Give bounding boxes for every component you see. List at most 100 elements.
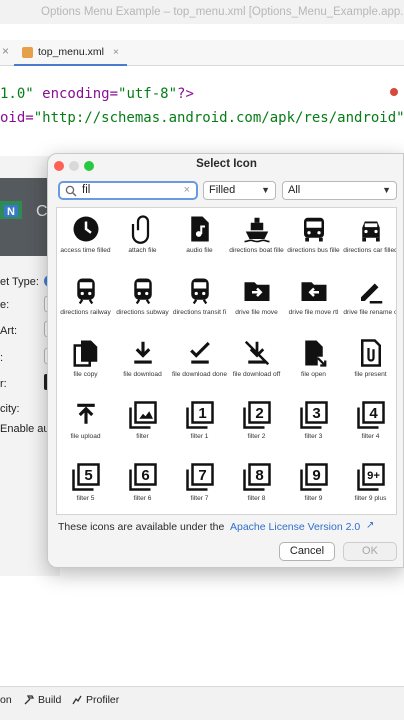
filter-4-icon: 4 [357,401,385,429]
tab-close-icon[interactable]: × [113,47,119,58]
icon-tile-directions-boat-filled[interactable]: directions boat fille [228,208,285,270]
license-text: These icons are available under the [58,521,225,533]
access-time-filled-icon [73,216,99,242]
filter-2-icon: 2 [243,401,271,429]
icon-tile-file-present[interactable]: file present [342,332,396,394]
icon-label: file download [123,371,162,378]
enable-auto-mirror-label: Enable aut [0,423,53,435]
icon-tile-filter-3[interactable]: 3 filter 3 [285,394,342,456]
icon-label: file download done [172,371,227,378]
svg-text:3: 3 [312,405,320,422]
profiler-tool-button[interactable]: Profiler [72,694,119,706]
directions-railway-icon [77,278,95,305]
icon-tile-file-download-done[interactable]: file download done [171,332,228,394]
icon-label: filter 9 [304,495,323,502]
icon-tile-file-download-off[interactable]: file download off [228,332,285,394]
audio-file-icon [191,216,209,242]
svg-text:8: 8 [255,467,263,484]
code-editor[interactable]: 1.0" encoding="utf-8"?> oid="http://sche… [0,66,404,156]
code-line-1: 1.0" encoding="utf-8"?> [0,86,194,102]
build-tool-button[interactable]: Build [24,694,61,706]
icon-tile-directions-transit-filled[interactable]: directions transit fi [171,270,228,332]
icon-label: directions railway [60,309,111,316]
icon-tile-filter-6[interactable]: 6 filter 6 [114,456,171,514]
icon-tile-filter-4[interactable]: 4 filter 4 [342,394,396,456]
category-select[interactable]: All ▼ [282,181,397,200]
file-open-icon [305,340,327,367]
code-token: ?> [177,86,194,102]
svg-text:2: 2 [255,405,263,422]
drive-file-move-rtl-icon [301,282,327,301]
icon-label: file upload [70,433,101,440]
attach-file-icon [131,215,150,244]
ok-button[interactable]: OK [343,542,397,561]
filter-5-icon: 5 [72,463,100,491]
icon-tile-drive-file-move[interactable]: drive file move [228,270,285,332]
icon-tile-attach-file[interactable]: attach file [114,208,171,270]
style-select-value: Filled [209,184,236,196]
category-select-value: All [288,184,301,196]
hammer-icon [24,695,34,705]
icon-tile-filter-5[interactable]: 5 filter 5 [57,456,114,514]
style-select[interactable]: Filled ▼ [203,181,276,200]
icon-tile-drive-file-rename[interactable]: drive file rename o [342,270,397,332]
icon-tile-filter-9[interactable]: 9 filter 9 [285,456,342,514]
search-icon [65,185,77,197]
filter-3-icon: 3 [300,401,328,429]
icon-label: drive file rename o [343,309,397,316]
icon-tile-drive-file-move-rtl[interactable]: drive file move rtl [285,270,342,332]
icon-tile-directions-subway[interactable]: directions subway [114,270,171,332]
icon-tile-file-upload[interactable]: file upload [57,394,114,456]
icon-label: attach file [128,247,157,254]
svg-text:N: N [7,206,15,218]
apache-license-link[interactable]: Apache License Version 2.0 [230,521,360,533]
bottom-tool-left[interactable]: on [0,694,12,706]
icon-search-input[interactable]: fil × [58,181,198,200]
cancel-button[interactable]: Cancel [279,542,335,561]
icon-tile-directions-car-filled[interactable]: directions car filled [342,208,396,270]
icon-tile-audio-file[interactable]: audio file [171,208,228,270]
icon-label: filter 5 [76,495,95,502]
icon-tile-filter-8[interactable]: 8 filter 8 [228,456,285,514]
icon-tile-filter-2[interactable]: 2 filter 2 [228,394,285,456]
icon-tile-filter[interactable]: filter [114,394,171,456]
icon-tile-file-open[interactable]: file open [285,332,342,394]
code-token: oid= [0,110,34,126]
icon-tile-file-download[interactable]: file download [114,332,171,394]
code-token: "http://schemas.android.com/apk/res/andr… [33,110,404,126]
icon-label: directions boat fille [229,247,284,254]
icon-tile-filter-9-plus[interactable]: 9+ filter 9 plus [342,456,396,514]
icon-label: filter 1 [190,433,209,440]
file-download-off-icon [244,340,270,366]
icon-label: file open [301,371,326,378]
icon-label: filter 4 [361,433,380,440]
code-line-2: oid="http://schemas.android.com/apk/res/… [0,110,404,126]
svg-text:6: 6 [141,467,149,484]
icon-label: drive file move rtl [288,309,339,316]
svg-text:5: 5 [84,467,92,484]
icon-tile-directions-railway[interactable]: directions railway [57,270,114,332]
icon-label: directions bus fille [287,247,340,254]
icon-tile-access-time-filled[interactable]: access time filled [57,208,114,270]
filter-9-icon: 9 [300,463,328,491]
icon-label: access time filled [60,247,111,254]
preview-letter: C [36,203,48,220]
clear-search-icon[interactable]: × [184,184,190,196]
drive-file-move-icon [244,282,270,301]
icon-tile-filter-7[interactable]: 7 filter 7 [171,456,228,514]
error-indicator-icon[interactable] [390,88,398,96]
filter-8-icon: 8 [243,463,271,491]
external-link-icon[interactable]: ↗ [366,520,374,531]
android-logo-icon: N [0,201,22,219]
icon-tile-directions-bus-filled[interactable]: directions bus fille [285,208,342,270]
icon-label: filter 8 [247,495,266,502]
directions-subway-icon [134,278,152,305]
profiler-label: Profiler [86,694,120,706]
icon-tile-filter-1[interactable]: 1 filter 1 [171,394,228,456]
tab-top-menu-xml[interactable]: top_menu.xml × [14,40,127,66]
icon-label: audio file [186,247,213,254]
icon-tile-file-copy[interactable]: file copy [57,332,114,394]
close-icon[interactable]: × [2,44,9,58]
directions-car-filled-icon [362,221,380,242]
icon-grid: access time filled attach file audio file d… [56,207,397,515]
